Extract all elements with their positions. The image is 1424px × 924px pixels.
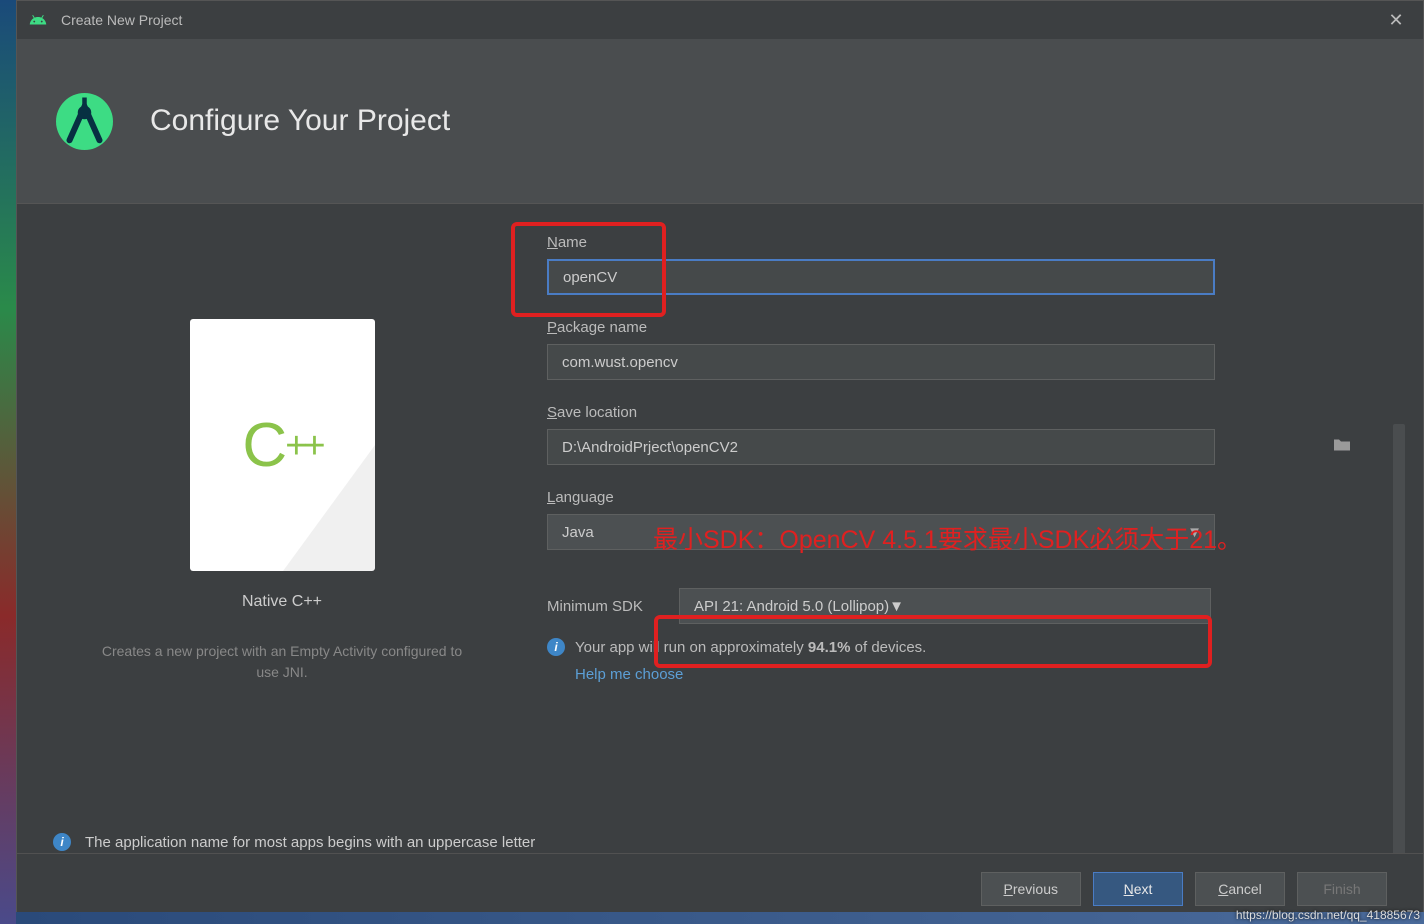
package-label: Package name: [547, 319, 1363, 336]
name-label: Name: [547, 234, 1363, 251]
form-panel: Name Package name Save location Language: [547, 234, 1423, 853]
android-studio-logo: [47, 84, 122, 159]
language-value: Java: [562, 524, 594, 541]
template-name: Native C++: [242, 593, 322, 611]
package-input[interactable]: [547, 344, 1215, 380]
minsdk-value: API 21: Android 5.0 (Lollipop): [694, 598, 889, 615]
desktop-left-strip: [0, 0, 16, 924]
help-me-choose-link[interactable]: Help me choose: [575, 666, 1363, 683]
template-preview-card: C++: [190, 319, 375, 571]
validation-warning: i The application name for most apps beg…: [53, 833, 535, 851]
scrollbar[interactable]: [1393, 424, 1405, 853]
warning-text: The application name for most apps begin…: [85, 834, 535, 851]
device-coverage-hint: i Your app will run on approximately 94.…: [547, 638, 1363, 656]
watermark: https://blog.csdn.net/qq_41885673: [1236, 908, 1420, 922]
content-area: C++ Native C++ Creates a new project wit…: [17, 204, 1423, 853]
previous-button[interactable]: Previous: [981, 872, 1081, 906]
browse-folder-icon[interactable]: [1333, 438, 1351, 457]
desktop-taskbar-strip: [16, 912, 1424, 924]
android-icon: [29, 11, 47, 29]
minsdk-label: Minimum SDK: [547, 598, 667, 615]
location-input[interactable]: [547, 429, 1215, 465]
language-select[interactable]: Java ▼: [547, 514, 1215, 550]
cancel-button[interactable]: Cancel: [1195, 872, 1285, 906]
minsdk-select[interactable]: API 21: Android 5.0 (Lollipop) ▼: [679, 588, 1211, 624]
page-title: Configure Your Project: [150, 104, 450, 138]
titlebar: Create New Project ✕: [17, 1, 1423, 39]
location-group: Save location: [547, 404, 1363, 465]
info-icon: i: [53, 833, 71, 851]
template-description: Creates a new project with an Empty Acti…: [92, 641, 472, 683]
package-group: Package name: [547, 319, 1363, 380]
finish-button: Finish: [1297, 872, 1387, 906]
template-preview-panel: C++ Native C++ Creates a new project wit…: [17, 234, 547, 853]
minsdk-group: Minimum SDK API 21: Android 5.0 (Lollipo…: [547, 588, 1363, 683]
preview-fold: [283, 445, 375, 571]
create-project-dialog: Create New Project ✕ Configure Your Proj…: [16, 0, 1424, 924]
titlebar-title: Create New Project: [61, 12, 1381, 28]
header-section: Configure Your Project: [17, 39, 1423, 204]
language-label: Language: [547, 489, 1363, 506]
name-input[interactable]: [547, 259, 1215, 295]
info-icon: i: [547, 638, 565, 656]
close-button[interactable]: ✕: [1381, 10, 1411, 31]
language-group: Language Java ▼: [547, 489, 1363, 550]
chevron-down-icon: ▼: [889, 598, 904, 615]
chevron-down-icon: ▼: [1187, 524, 1202, 541]
location-label: Save location: [547, 404, 1363, 421]
name-group: Name: [547, 234, 1363, 295]
next-button[interactable]: Next: [1093, 872, 1183, 906]
